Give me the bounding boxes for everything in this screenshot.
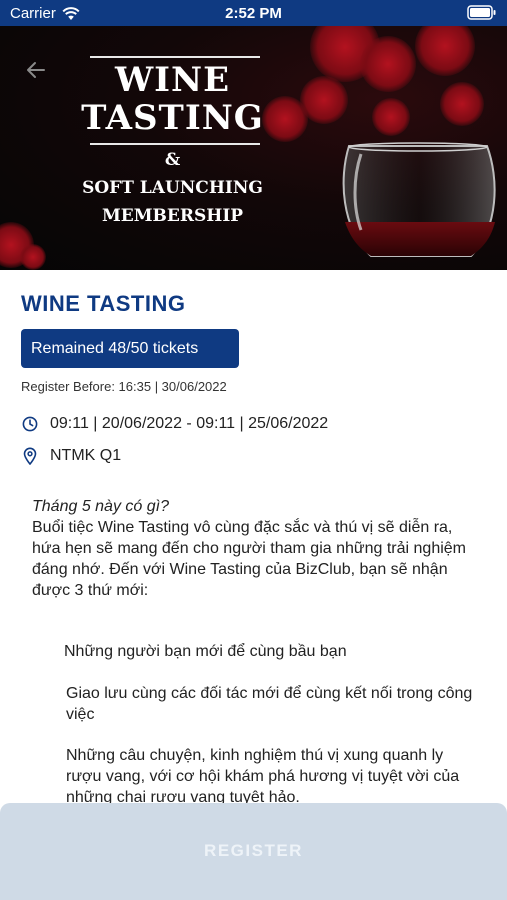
- banner-title-line2: TASTING: [81, 98, 264, 138]
- event-location: NTMK Q1: [50, 447, 122, 464]
- banner-subtitle-line2: MEMBERSHIP: [101, 206, 244, 226]
- wine-glass-image: [342, 142, 496, 257]
- tickets-remaining-badge: Remained 48/50 tickets: [21, 329, 239, 368]
- bokeh-light: [415, 26, 475, 76]
- event-title: WINE TASTING: [21, 291, 186, 316]
- bokeh-light: [360, 36, 416, 92]
- bokeh-light: [440, 82, 484, 126]
- description-bullet: Những câu chuyện, kinh nghiệm thú vị xun…: [66, 747, 460, 806]
- banner-divider: [90, 143, 260, 145]
- status-time: 2:52 PM: [225, 5, 282, 22]
- register-deadline: Register Before: 16:35 | 30/06/2022: [21, 379, 227, 394]
- description-intro: Tháng 5 này có gì?: [32, 498, 169, 515]
- status-bar: Carrier 2:52 PM: [0, 0, 507, 26]
- register-footer: REGISTER: [0, 803, 507, 900]
- event-time-range: 09:11 | 20/06/2022 - 09:11 | 25/06/2022: [50, 415, 329, 432]
- register-button[interactable]: REGISTER: [0, 803, 507, 900]
- description-bullet: Những người bạn mới để cùng bầu bạn: [64, 643, 347, 660]
- battery-icon: [467, 5, 496, 20]
- clock-icon: [21, 415, 39, 433]
- bokeh-light: [372, 98, 410, 136]
- map-pin-icon: [21, 447, 39, 465]
- banner-subtitle-line1: SOFT LAUNCHING: [82, 178, 263, 198]
- event-banner: WINE TASTING & SOFT LAUNCHING MEMBERSHIP: [0, 26, 507, 270]
- event-time-row: 09:11 | 20/06/2022 - 09:11 | 25/06/2022: [21, 415, 328, 433]
- bokeh-light: [20, 244, 46, 270]
- banner-divider: [90, 56, 260, 58]
- event-location-row: NTMK Q1: [21, 447, 121, 465]
- description-bullet: Giao lưu cùng các đối tác mới để cùng kế…: [66, 685, 473, 723]
- banner-ampersand: &: [164, 150, 181, 170]
- description-body: Buổi tiệc Wine Tasting vô cùng đặc sắc v…: [32, 519, 466, 599]
- banner-title-line1: WINE: [114, 60, 231, 100]
